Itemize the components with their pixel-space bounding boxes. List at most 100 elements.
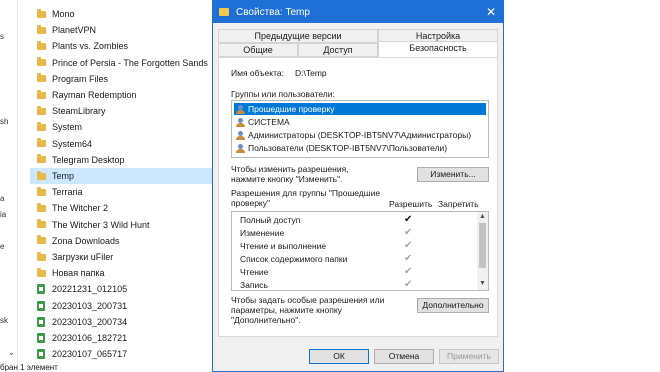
tab-sharing[interactable]: Доступ bbox=[298, 43, 378, 57]
item-name: 20221231_012105 bbox=[52, 284, 128, 295]
scrollbar-thumb[interactable] bbox=[479, 223, 486, 268]
item-name: Telegram Desktop bbox=[52, 154, 125, 165]
folder-item[interactable]: Plants vs. Zombies bbox=[30, 38, 212, 54]
user-list-item[interactable]: Администраторы (DESKTOP-IBT5NV7\Админист… bbox=[234, 129, 486, 141]
permission-row: Изменение ✔ bbox=[232, 227, 474, 240]
item-name: Terraria bbox=[52, 187, 83, 198]
folder-item[interactable]: Program Files bbox=[30, 71, 212, 87]
file-list: Mono PlanetVPN Plants vs. Zombies Prince of… bbox=[30, 0, 212, 365]
folder-icon bbox=[37, 186, 46, 196]
folder-icon bbox=[37, 267, 46, 277]
folder-item[interactable]: Temp bbox=[30, 168, 212, 184]
permission-name: Список содержимого папки bbox=[240, 254, 348, 264]
permission-row: Запись ✔ bbox=[232, 279, 474, 292]
chevron-down-icon[interactable]: ⌄ bbox=[8, 348, 15, 357]
folder-icon bbox=[37, 251, 46, 261]
user-list-item[interactable]: СИСТЕМА bbox=[234, 116, 486, 128]
folder-item[interactable]: Rayman Redemption bbox=[30, 87, 212, 103]
folder-item[interactable]: Mono bbox=[30, 6, 212, 22]
change-button[interactable]: Изменить... bbox=[417, 167, 489, 182]
item-name: 20230107_065717 bbox=[52, 349, 128, 360]
folder-item[interactable]: Telegram Desktop bbox=[30, 152, 212, 168]
scroll-down-icon[interactable]: ▼ bbox=[479, 280, 486, 287]
item-name: Mono bbox=[52, 9, 75, 19]
folder-item[interactable]: SteamLibrary bbox=[30, 103, 212, 119]
permissions-scrollbar[interactable]: ▲ ▼ bbox=[477, 212, 488, 290]
file-item[interactable]: 20230107_065717 bbox=[30, 346, 212, 362]
folder-item[interactable]: Terraria bbox=[30, 184, 212, 200]
tab-general[interactable]: Общие bbox=[218, 43, 298, 57]
permissions-for-label: Разрешения для группы "Прошедшие проверк… bbox=[231, 188, 381, 208]
security-tab-panel: Имя объекта: D:\Temp Группы или пользова… bbox=[218, 57, 498, 337]
folder-icon bbox=[37, 89, 46, 99]
image-file-icon bbox=[37, 333, 45, 343]
item-name: Rayman Redemption bbox=[52, 90, 137, 100]
item-name: System bbox=[52, 122, 83, 133]
item-name: PlanetVPN bbox=[52, 25, 97, 36]
permission-name: Запись bbox=[240, 280, 268, 290]
nav-fragment: s bbox=[0, 32, 4, 41]
allow-header: Разрешить bbox=[389, 199, 433, 209]
scroll-up-icon[interactable]: ▲ bbox=[479, 213, 486, 220]
folder-item[interactable]: PlanetVPN bbox=[30, 22, 212, 38]
item-name: 20230103_200731 bbox=[52, 300, 128, 311]
item-name: The Witcher 3 Wild Hunt bbox=[52, 219, 150, 230]
navigation-pane-strip: s sh a ia e sk ⌄ bbox=[0, 0, 18, 372]
item-name: Zona Downloads bbox=[52, 235, 120, 246]
user-name: СИСТЕМА bbox=[248, 117, 290, 127]
folder-item[interactable]: The Witcher 3 Wild Hunt bbox=[30, 217, 212, 233]
folder-icon bbox=[37, 121, 46, 131]
folder-icon bbox=[219, 8, 229, 16]
checkmark-icon: ✔ bbox=[404, 214, 413, 225]
image-file-icon bbox=[37, 316, 45, 327]
user-group-icon bbox=[236, 117, 245, 127]
file-item[interactable]: 20230103_200731 bbox=[30, 298, 212, 314]
users-list: Прошедшие проверку СИСТЕМА Администраторы … bbox=[231, 100, 489, 158]
item-name: Program Files bbox=[52, 73, 109, 84]
apply-button[interactable]: Применить bbox=[439, 349, 499, 364]
folder-item[interactable]: Prince of Persia - The Forgotten Sands bbox=[30, 55, 212, 71]
properties-dialog: Свойства: Temp ✕ Предыдущие версии Настр… bbox=[212, 0, 504, 372]
user-list-item[interactable]: Прошедшие проверку bbox=[234, 103, 486, 115]
deny-header: Запретить bbox=[438, 199, 479, 209]
folder-icon bbox=[37, 154, 46, 164]
advanced-button[interactable]: Дополнительно bbox=[417, 298, 489, 313]
item-name: Новая папка bbox=[52, 268, 105, 279]
nav-fragment: sk bbox=[0, 316, 8, 325]
image-file-icon bbox=[37, 284, 45, 295]
user-name: Прошедшие проверку bbox=[248, 104, 335, 114]
file-item[interactable]: 20221231_012105 bbox=[30, 281, 212, 297]
nav-fragment: ia bbox=[0, 210, 7, 219]
permission-row: Чтение и выполнение ✔ bbox=[232, 240, 474, 253]
background-area bbox=[504, 0, 660, 372]
permission-name: Изменение bbox=[240, 228, 285, 238]
user-list-item[interactable]: Пользователи (DESKTOP-IBT5NV7\Пользовате… bbox=[234, 142, 486, 154]
folder-icon bbox=[37, 40, 46, 50]
tab-security[interactable]: Безопасность bbox=[378, 41, 498, 57]
folder-item[interactable]: Zona Downloads bbox=[30, 233, 212, 249]
folder-icon bbox=[37, 170, 46, 180]
checkmark-icon: ✔ bbox=[404, 253, 413, 264]
permission-name: Чтение bbox=[240, 267, 269, 277]
tab-previous-versions[interactable]: Предыдущие версии bbox=[218, 29, 378, 43]
permission-row: Полный доступ ✔ bbox=[232, 214, 474, 227]
item-name: System64 bbox=[52, 138, 93, 149]
close-icon[interactable]: ✕ bbox=[479, 1, 503, 23]
permission-row: Список содержимого папки ✔ bbox=[232, 253, 474, 266]
cancel-button[interactable]: Отмена bbox=[374, 349, 434, 364]
user-group-icon bbox=[236, 130, 245, 140]
dialog-title-bar[interactable]: Свойства: Temp ✕ bbox=[213, 1, 503, 23]
folder-icon bbox=[37, 235, 46, 245]
status-bar: бран 1 элемент bbox=[0, 363, 212, 372]
folder-item[interactable]: The Witcher 2 bbox=[30, 200, 212, 216]
folder-item[interactable]: System bbox=[30, 119, 212, 135]
file-item[interactable]: 20230106_182721 bbox=[30, 330, 212, 346]
folder-item[interactable]: Новая папка bbox=[30, 265, 212, 281]
file-item[interactable]: 20230103_200734 bbox=[30, 314, 212, 330]
folder-item[interactable]: Загрузки uFiler bbox=[30, 249, 212, 265]
object-name-value: D:\Temp bbox=[295, 68, 327, 78]
folder-item[interactable]: System64 bbox=[30, 136, 212, 152]
item-name: Загрузки uFiler bbox=[52, 252, 114, 262]
ok-button[interactable]: ОК bbox=[309, 349, 369, 364]
image-file-icon bbox=[37, 349, 45, 360]
